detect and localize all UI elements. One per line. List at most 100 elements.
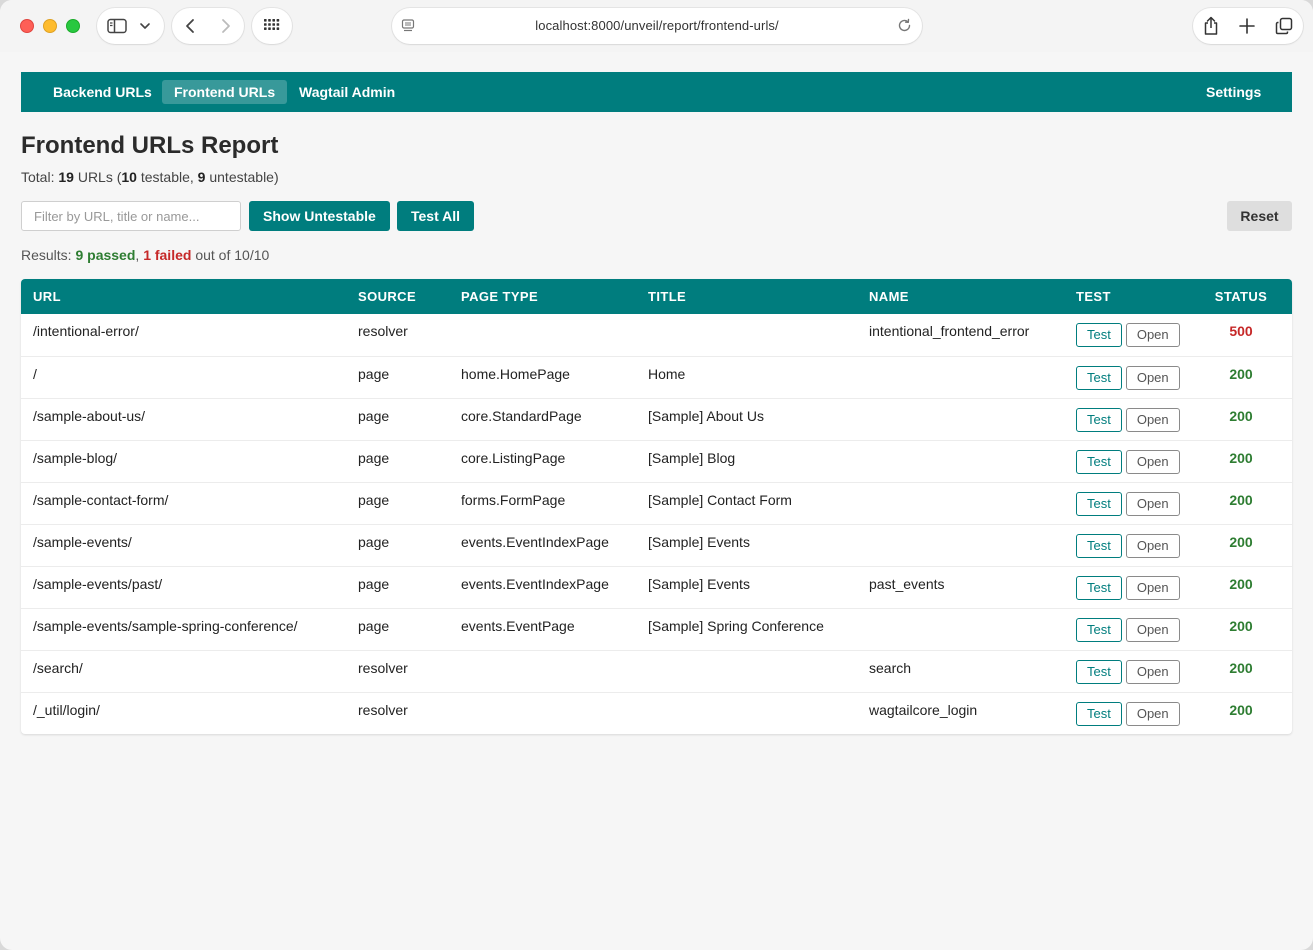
test-button[interactable]: Test xyxy=(1076,575,1122,600)
cell-title: [Sample] About Us xyxy=(648,407,764,424)
cell-source: page xyxy=(358,617,390,634)
open-button[interactable]: Open xyxy=(1125,533,1180,558)
test-button[interactable]: Test xyxy=(1076,323,1122,347)
history-nav-group xyxy=(172,8,244,44)
status-code: 200 xyxy=(1229,533,1253,550)
open-button[interactable]: Open xyxy=(1125,407,1180,432)
test-button[interactable]: Test xyxy=(1076,491,1122,516)
cell-name: past_events xyxy=(869,575,945,592)
open-button[interactable]: Open xyxy=(1125,659,1180,684)
table-row: /sample-events/sample-spring-conference/… xyxy=(21,608,1292,650)
address-bar[interactable]: localhost:8000/unveil/report/frontend-ur… xyxy=(392,8,922,44)
zoom-window-button[interactable] xyxy=(66,19,80,33)
grid-icon xyxy=(263,17,281,35)
test-button[interactable]: Test xyxy=(1076,449,1122,474)
forward-icon[interactable] xyxy=(220,18,232,34)
cell-source: page xyxy=(358,533,390,550)
page-title: Frontend URLs Report xyxy=(21,132,279,159)
open-button[interactable]: Open xyxy=(1125,365,1180,390)
minimize-window-button[interactable] xyxy=(43,19,57,33)
tab-overview-button[interactable] xyxy=(252,8,292,44)
status-code: 200 xyxy=(1229,701,1253,718)
cell-page-type: home.HomePage xyxy=(461,365,570,382)
cell-source: resolver xyxy=(358,659,408,676)
test-button[interactable]: Test xyxy=(1076,407,1122,432)
open-button[interactable]: Open xyxy=(1125,491,1180,516)
table-row: /sample-about-us/page core.StandardPage [S… xyxy=(21,398,1292,440)
summary-prefix: Total: xyxy=(21,169,59,185)
sidebar-toggle-group[interactable] xyxy=(97,8,164,44)
browser-toolbar: localhost:8000/unveil/report/frontend-ur… xyxy=(0,0,1313,52)
filter-input[interactable] xyxy=(21,201,241,231)
test-all-button[interactable]: Test All xyxy=(397,201,475,231)
test-button[interactable]: Test xyxy=(1076,659,1122,684)
col-header-url[interactable]: URL xyxy=(21,279,346,314)
cell-title: [Sample] Events xyxy=(648,575,750,592)
reload-icon[interactable] xyxy=(897,18,912,33)
cell-source: page xyxy=(358,365,390,382)
col-header-source[interactable]: SOURCE xyxy=(346,279,449,314)
cell-page-type xyxy=(449,650,636,692)
open-button[interactable]: Open xyxy=(1125,617,1180,642)
col-header-test: TEST xyxy=(1076,289,1111,304)
summary-total: 19 xyxy=(58,169,74,185)
table-body: /intentional-error/resolver intentional_f… xyxy=(21,314,1292,734)
results-summary: Results: 9 passed, 1 failed out of 10/10 xyxy=(21,247,269,263)
tabs-icon[interactable] xyxy=(1275,17,1293,35)
close-window-button[interactable] xyxy=(20,19,34,33)
open-button[interactable]: Open xyxy=(1125,701,1180,726)
cell-title: [Sample] Blog xyxy=(648,449,736,466)
cell-name xyxy=(857,398,1064,440)
table-row: /intentional-error/resolver intentional_f… xyxy=(21,314,1292,356)
cell-url: /sample-about-us/ xyxy=(33,407,146,424)
cell-actions: Test Open xyxy=(1064,524,1190,566)
nav-item-backend-urls[interactable]: Backend URLs xyxy=(41,80,164,104)
cell-source: page xyxy=(358,575,390,592)
status-code: 200 xyxy=(1229,407,1253,424)
cell-url: /sample-events/past/ xyxy=(33,575,163,592)
cell-actions: Test Open xyxy=(1064,650,1190,692)
top-nav: Backend URLs Frontend URLs Wagtail Admin… xyxy=(21,72,1292,112)
summary-testable: 10 xyxy=(121,169,137,185)
share-icon[interactable] xyxy=(1203,16,1219,36)
open-button[interactable]: Open xyxy=(1125,575,1180,600)
cell-actions: Test Open xyxy=(1064,314,1190,356)
cell-url: /_util/login/ xyxy=(33,701,100,718)
sidebar-icon[interactable] xyxy=(107,18,127,34)
back-icon[interactable] xyxy=(184,18,196,34)
col-header-status[interactable]: STATUS xyxy=(1190,279,1292,314)
cell-name xyxy=(857,524,1064,566)
table-row: / page home.HomePage Home Test Open 200 xyxy=(21,356,1292,398)
cell-actions: Test Open xyxy=(1064,356,1190,398)
table-row: /sample-contact-form/page forms.FormPage [… xyxy=(21,482,1292,524)
test-button[interactable]: Test xyxy=(1076,617,1122,642)
reset-button[interactable]: Reset xyxy=(1227,201,1292,231)
summary-testable-label: testable, xyxy=(136,169,198,185)
cell-url: /sample-contact-form/ xyxy=(33,491,169,508)
results-prefix: Results: xyxy=(21,247,76,263)
plus-icon[interactable] xyxy=(1239,18,1255,34)
cell-url: /sample-blog/ xyxy=(33,449,118,466)
open-button[interactable]: Open xyxy=(1125,323,1180,347)
cell-actions: Test Open xyxy=(1064,398,1190,440)
chevron-down-icon[interactable] xyxy=(139,22,151,30)
col-header-title[interactable]: TITLE xyxy=(636,279,857,314)
col-header-page-type[interactable]: PAGE TYPE xyxy=(449,279,636,314)
results-passed: 9 passed xyxy=(75,247,136,263)
test-button[interactable]: Test xyxy=(1076,365,1122,390)
cell-source: page xyxy=(358,491,390,508)
status-code: 200 xyxy=(1229,617,1253,634)
col-header-name[interactable]: NAME xyxy=(857,279,1064,314)
nav-item-frontend-urls[interactable]: Frontend URLs xyxy=(162,80,288,104)
show-untestable-button[interactable]: Show Untestable xyxy=(249,201,390,231)
cell-page-type xyxy=(449,314,636,356)
results-failed: 1 failed xyxy=(143,247,192,263)
test-button[interactable]: Test xyxy=(1076,701,1122,726)
cell-name: search xyxy=(869,659,912,676)
nav-item-settings[interactable]: Settings xyxy=(1194,80,1273,104)
test-button[interactable]: Test xyxy=(1076,533,1122,558)
open-button[interactable]: Open xyxy=(1125,449,1180,474)
window-actions-group xyxy=(1193,8,1303,44)
nav-item-wagtail-admin[interactable]: Wagtail Admin xyxy=(287,80,407,104)
browser-window: localhost:8000/unveil/report/frontend-ur… xyxy=(0,0,1313,950)
